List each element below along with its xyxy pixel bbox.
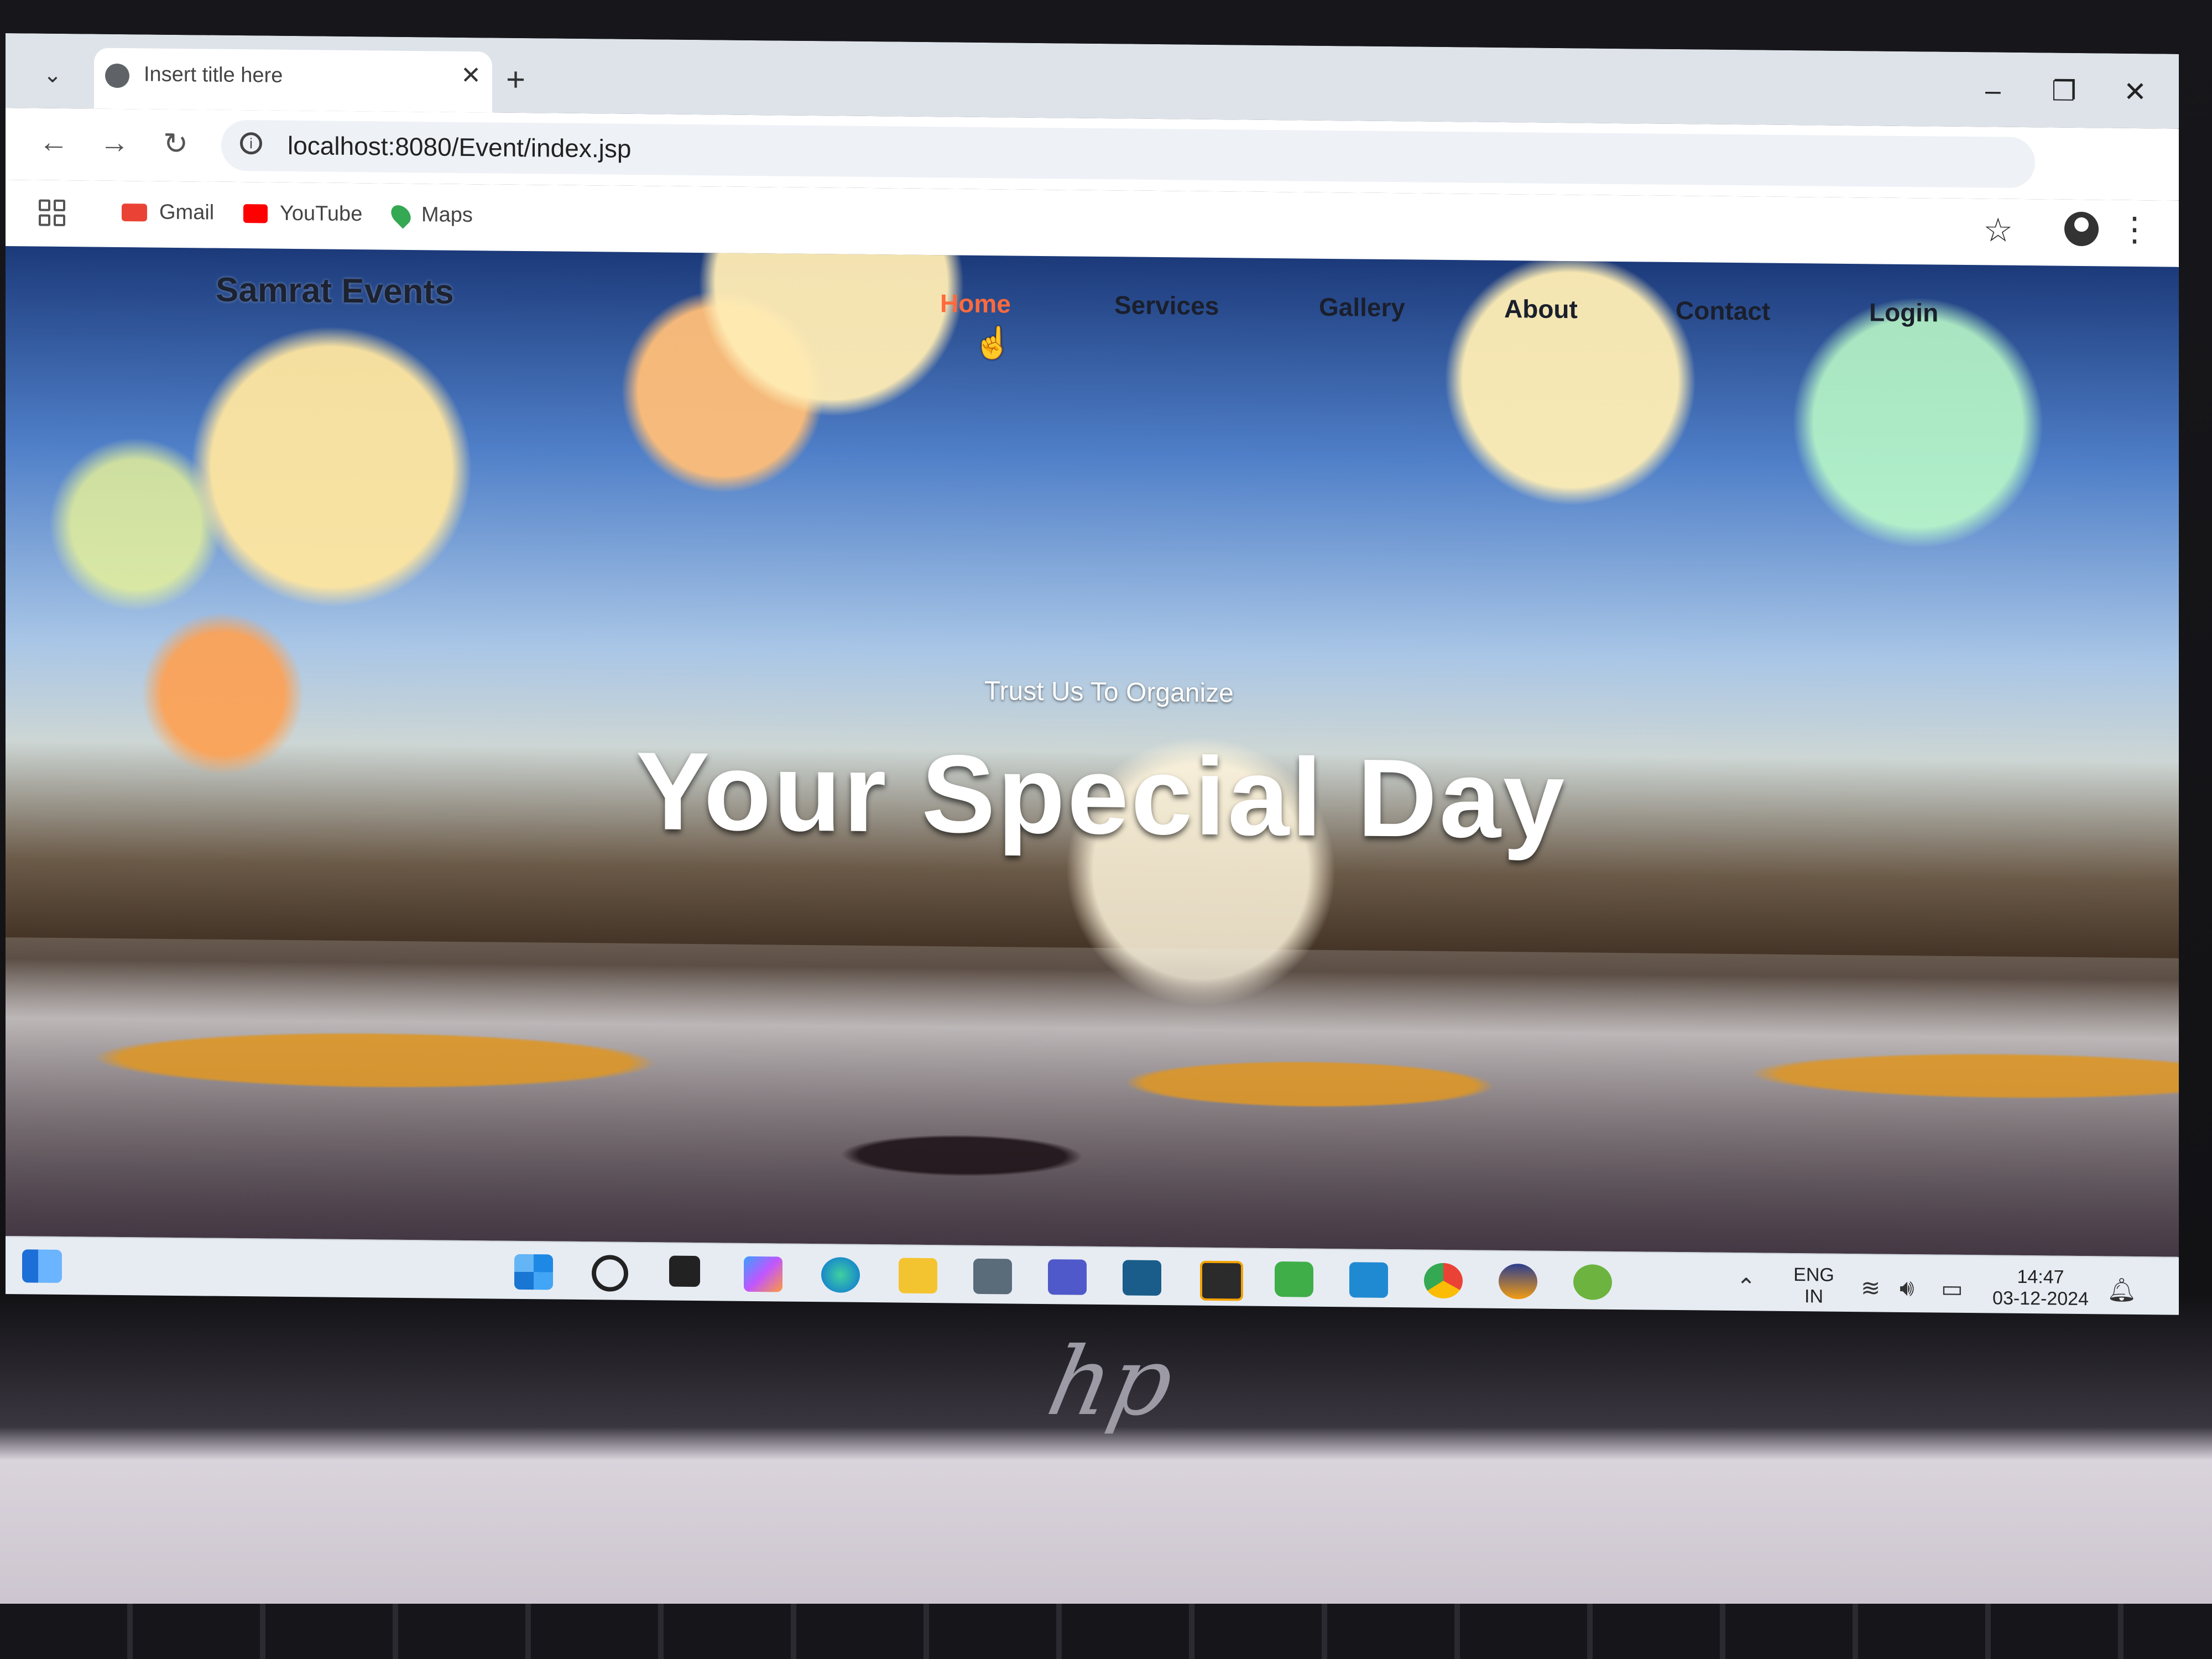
hand-cursor-icon: ☝ xyxy=(973,325,1012,361)
nav-gallery[interactable]: Gallery xyxy=(1319,292,1405,322)
notification-bell-icon[interactable]: 🔔︎ xyxy=(2107,1276,2136,1304)
new-tab-button[interactable]: + xyxy=(506,60,525,98)
nav-home[interactable]: Home xyxy=(940,288,1011,319)
minimize-icon[interactable]: – xyxy=(1985,74,2001,106)
youtube-icon xyxy=(243,204,268,223)
profile-avatar-icon[interactable] xyxy=(2064,211,2099,247)
bookmark-gmail[interactable]: Gmail xyxy=(122,200,214,225)
mysql-workbench-icon[interactable] xyxy=(1123,1260,1161,1296)
spring-tools-icon[interactable] xyxy=(1573,1264,1612,1300)
node-js-icon[interactable] xyxy=(1275,1261,1313,1297)
sublime-text-icon[interactable] xyxy=(1200,1260,1243,1301)
eclipse-icon[interactable] xyxy=(1499,1263,1537,1300)
back-arrow-icon[interactable]: ← xyxy=(39,125,69,160)
start-icon[interactable] xyxy=(514,1254,553,1290)
forward-arrow-icon[interactable]: → xyxy=(100,126,129,160)
nav-services[interactable]: Services xyxy=(1114,290,1219,321)
widgets-icon[interactable] xyxy=(22,1249,62,1283)
teams-icon[interactable] xyxy=(1048,1259,1087,1295)
chrome-icon[interactable] xyxy=(1424,1262,1463,1299)
file-explorer-icon[interactable] xyxy=(899,1258,937,1294)
close-tab-icon[interactable]: ✕ xyxy=(461,61,481,90)
restore-icon[interactable]: ❐ xyxy=(2052,75,2077,107)
bookmark-youtube[interactable]: YouTube xyxy=(243,201,362,226)
kebab-menu-icon[interactable]: ⋮ xyxy=(2118,210,2151,249)
wifi-icon[interactable]: ≋ xyxy=(1861,1274,1880,1301)
edge-icon[interactable] xyxy=(821,1257,860,1293)
search-icon[interactable] xyxy=(592,1255,628,1292)
url-text[interactable]: localhost:8080/Event/index.jsp xyxy=(288,131,631,164)
hp-logo: hp xyxy=(1039,1327,1183,1437)
close-window-icon[interactable]: ✕ xyxy=(2124,76,2147,108)
nav-login[interactable]: Login xyxy=(1869,297,1938,327)
hero-page: Samrat Events Home Services Gallery Abou… xyxy=(6,246,2179,1257)
clock[interactable]: 14:47 03-12-2024 xyxy=(1985,1266,2096,1310)
globe-icon xyxy=(105,63,129,88)
tab-search-chevron-icon[interactable]: ⌄ xyxy=(28,55,77,95)
laptop: ⌄ Insert title here ✕ + – ❐ ✕ ← → ↻ i lo… xyxy=(0,0,2212,1659)
browser-tab[interactable]: Insert title here ✕ xyxy=(94,48,492,113)
apps-grid-icon[interactable] xyxy=(39,199,65,227)
tab-title: Insert title here xyxy=(144,62,283,87)
nav-about[interactable]: About xyxy=(1504,294,1578,324)
hero-tagline: Trust Us To Organize xyxy=(984,676,1234,708)
battery-icon[interactable]: ▭ xyxy=(1941,1275,1963,1302)
volume-icon[interactable]: 🔊︎ xyxy=(1900,1275,1914,1302)
vscode-icon[interactable] xyxy=(1349,1262,1388,1298)
nav-contact[interactable]: Contact xyxy=(1676,295,1770,326)
address-bar[interactable]: i localhost:8080/Event/index.jsp xyxy=(221,119,2035,189)
maps-pin-icon xyxy=(387,201,415,229)
reload-icon[interactable]: ↻ xyxy=(163,126,188,161)
screen: ⌄ Insert title here ✕ + – ❐ ✕ ← → ↻ i lo… xyxy=(6,33,2179,1315)
show-hidden-icons-chevron-icon[interactable]: ⌃ xyxy=(1736,1273,1756,1300)
hero-headline: Your Special Day xyxy=(636,729,1567,862)
camera-icon[interactable] xyxy=(973,1258,1012,1295)
site-nav: Home Services Gallery About Contact Logi… xyxy=(6,279,2179,356)
task-view-icon[interactable] xyxy=(669,1255,700,1287)
bookmark-star-icon[interactable]: ☆ xyxy=(1983,211,2013,250)
keyboard xyxy=(0,1604,2212,1659)
input-language[interactable]: ENG IN xyxy=(1789,1264,1839,1308)
bookmark-maps[interactable]: Maps xyxy=(387,201,473,229)
copilot-icon[interactable] xyxy=(744,1256,782,1292)
site-info-icon[interactable]: i xyxy=(240,132,262,155)
gmail-icon xyxy=(122,203,147,221)
